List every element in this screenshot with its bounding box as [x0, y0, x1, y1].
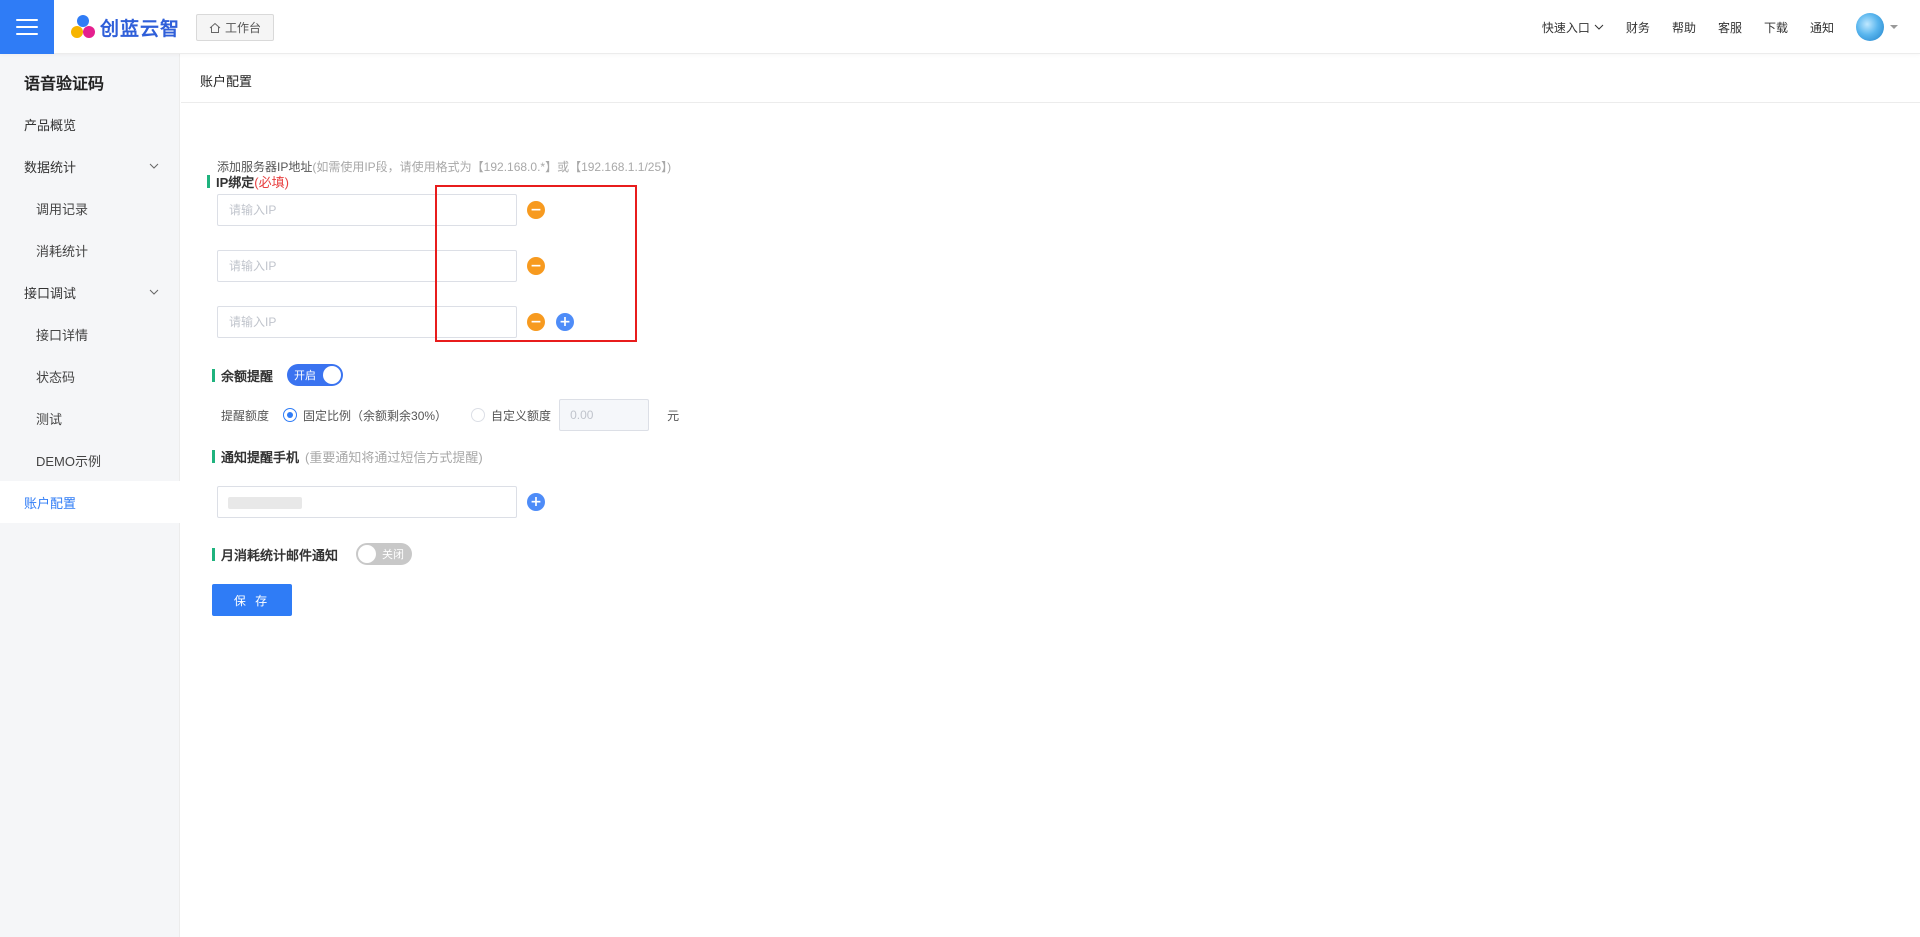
- nav-finance[interactable]: 财务: [1626, 19, 1650, 36]
- remove-ip-1-button[interactable]: −: [527, 201, 545, 219]
- avatar[interactable]: [1856, 13, 1884, 41]
- nav-support[interactable]: 客服: [1718, 19, 1742, 36]
- masked-phone-value: [228, 497, 302, 509]
- sidebar-item-label: 测试: [36, 411, 63, 427]
- phone-notice-label: 通知提醒手机: [221, 450, 300, 465]
- radio-fixed-ratio[interactable]: [283, 408, 298, 422]
- brand-name: 创蓝云智: [100, 18, 181, 40]
- sidebar-item-label: 账户配置: [24, 495, 77, 511]
- monthly-email-title: 月消耗统计邮件通知: [212, 545, 338, 564]
- sidebar-item-statistics[interactable]: 数据统计: [0, 145, 180, 187]
- section-accent-bar: [207, 175, 210, 188]
- menu-toggle-button[interactable]: [0, 0, 54, 54]
- reminder-amount-label: 提醒额度: [221, 408, 270, 423]
- section-accent-bar: [212, 450, 215, 463]
- sidebar-item-account-config[interactable]: 账户配置: [0, 481, 180, 523]
- hamburger-icon: [16, 19, 38, 35]
- ip-input-1[interactable]: [217, 194, 517, 226]
- balance-reminder-title: 余额提醒: [212, 366, 273, 385]
- caret-down-icon[interactable]: [1890, 23, 1898, 31]
- nav-help[interactable]: 帮助: [1672, 19, 1696, 36]
- sidebar: 语音验证码 产品概览 数据统计 调用记录 消耗统计 接口调试 接口详情 状态码 …: [0, 54, 180, 937]
- sidebar-item-label: DEMO示例: [36, 453, 102, 469]
- chevron-down-icon: [1594, 24, 1604, 30]
- plus-icon: +: [530, 494, 542, 510]
- reminder-amount-row: 提醒额度 固定比例（余额剩余30%） 自定义额度 元: [221, 399, 679, 431]
- toggle-knob: [358, 545, 376, 563]
- remove-ip-2-button[interactable]: −: [527, 257, 545, 275]
- nav-notice[interactable]: 通知: [1810, 19, 1834, 36]
- section-accent-bar: [212, 548, 215, 561]
- top-nav: 快速入口 财务 帮助 客服 下载 通知: [1542, 0, 1920, 54]
- sidebar-item-overview[interactable]: 产品概览: [0, 103, 180, 145]
- sidebar-item-consumption[interactable]: 消耗统计: [0, 229, 180, 271]
- workbench-button[interactable]: 工作台: [196, 14, 275, 41]
- minus-icon: −: [530, 258, 542, 274]
- balance-reminder-label: 余额提醒: [221, 369, 274, 384]
- home-icon: [209, 22, 221, 33]
- toggle-label: 关闭: [382, 549, 404, 561]
- sidebar-item-test[interactable]: 测试: [0, 397, 180, 439]
- ip-helper-hint: (如需使用IP段，请使用格式为【192.168.0.*】或【192.168.1.…: [312, 160, 672, 174]
- workbench-label: 工作台: [225, 21, 262, 35]
- phone-input[interactable]: [217, 486, 517, 518]
- sidebar-item-label: 调用记录: [36, 201, 89, 217]
- chevron-down-icon: [149, 163, 159, 169]
- sidebar-title: 语音验证码: [24, 76, 105, 93]
- plus-icon: +: [559, 314, 571, 330]
- sidebar-item-demo[interactable]: DEMO示例: [0, 439, 180, 481]
- sidebar-item-label: 数据统计: [24, 159, 77, 175]
- minus-icon: −: [530, 314, 542, 330]
- phone-notice-hint: (重要通知将通过短信方式提醒): [305, 450, 483, 465]
- currency-unit: 元: [667, 408, 680, 423]
- sidebar-item-call-records[interactable]: 调用记录: [0, 187, 180, 229]
- save-button[interactable]: 保 存: [212, 584, 292, 616]
- sidebar-item-status-codes[interactable]: 状态码: [0, 355, 180, 397]
- main-content: 账户配置 IP绑定 (必填) 添加服务器IP地址(如需使用IP段，请使用格式为【1…: [181, 54, 1920, 937]
- logo-icon: [70, 14, 96, 40]
- nav-download[interactable]: 下载: [1764, 19, 1788, 36]
- radio-custom-amount[interactable]: [471, 408, 486, 422]
- balance-reminder-toggle[interactable]: 开启: [287, 364, 343, 386]
- top-header: 创蓝云智 工作台 快速入口 财务 帮助 客服 下载 通知: [0, 0, 1920, 54]
- brand-logo[interactable]: 创蓝云智: [70, 14, 180, 40]
- radio-custom-amount-label[interactable]: 自定义额度: [491, 407, 551, 424]
- page-title: 账户配置: [200, 74, 253, 89]
- phone-notice-title: 通知提醒手机 (重要通知将通过短信方式提醒): [212, 447, 483, 466]
- nav-quick-entry-label: 快速入口: [1541, 20, 1590, 35]
- sidebar-item-label: 接口调试: [24, 285, 77, 301]
- sidebar-item-api-debug[interactable]: 接口调试: [0, 271, 180, 313]
- sidebar-item-api-details[interactable]: 接口详情: [0, 313, 180, 355]
- sidebar-item-label: 状态码: [36, 369, 76, 385]
- sidebar-item-label: 消耗统计: [36, 243, 89, 259]
- toggle-knob: [323, 366, 341, 384]
- toggle-label: 开启: [294, 370, 316, 382]
- custom-amount-input[interactable]: [559, 399, 650, 431]
- section-accent-bar: [212, 369, 215, 382]
- sidebar-item-label: 接口详情: [36, 327, 89, 343]
- page-header: 账户配置: [181, 54, 1920, 103]
- ip-helper-text: 添加服务器IP地址(如需使用IP段，请使用格式为【192.168.0.*】或【1…: [217, 158, 671, 175]
- ip-input-2[interactable]: [217, 250, 517, 282]
- monthly-email-label: 月消耗统计邮件通知: [221, 548, 339, 563]
- remove-ip-3-button[interactable]: −: [527, 313, 545, 331]
- monthly-email-toggle[interactable]: 关闭: [356, 543, 412, 565]
- add-phone-button[interactable]: +: [527, 493, 545, 511]
- minus-icon: −: [530, 202, 542, 218]
- chevron-down-icon: [149, 289, 159, 295]
- sidebar-item-label: 产品概览: [24, 117, 77, 133]
- add-ip-button[interactable]: +: [556, 313, 574, 331]
- nav-quick-entry[interactable]: 快速入口: [1542, 19, 1604, 36]
- ip-input-3[interactable]: [217, 306, 517, 338]
- ip-helper-label: 添加服务器IP地址: [217, 160, 313, 174]
- radio-fixed-ratio-label[interactable]: 固定比例（余额剩余30%）: [303, 407, 447, 424]
